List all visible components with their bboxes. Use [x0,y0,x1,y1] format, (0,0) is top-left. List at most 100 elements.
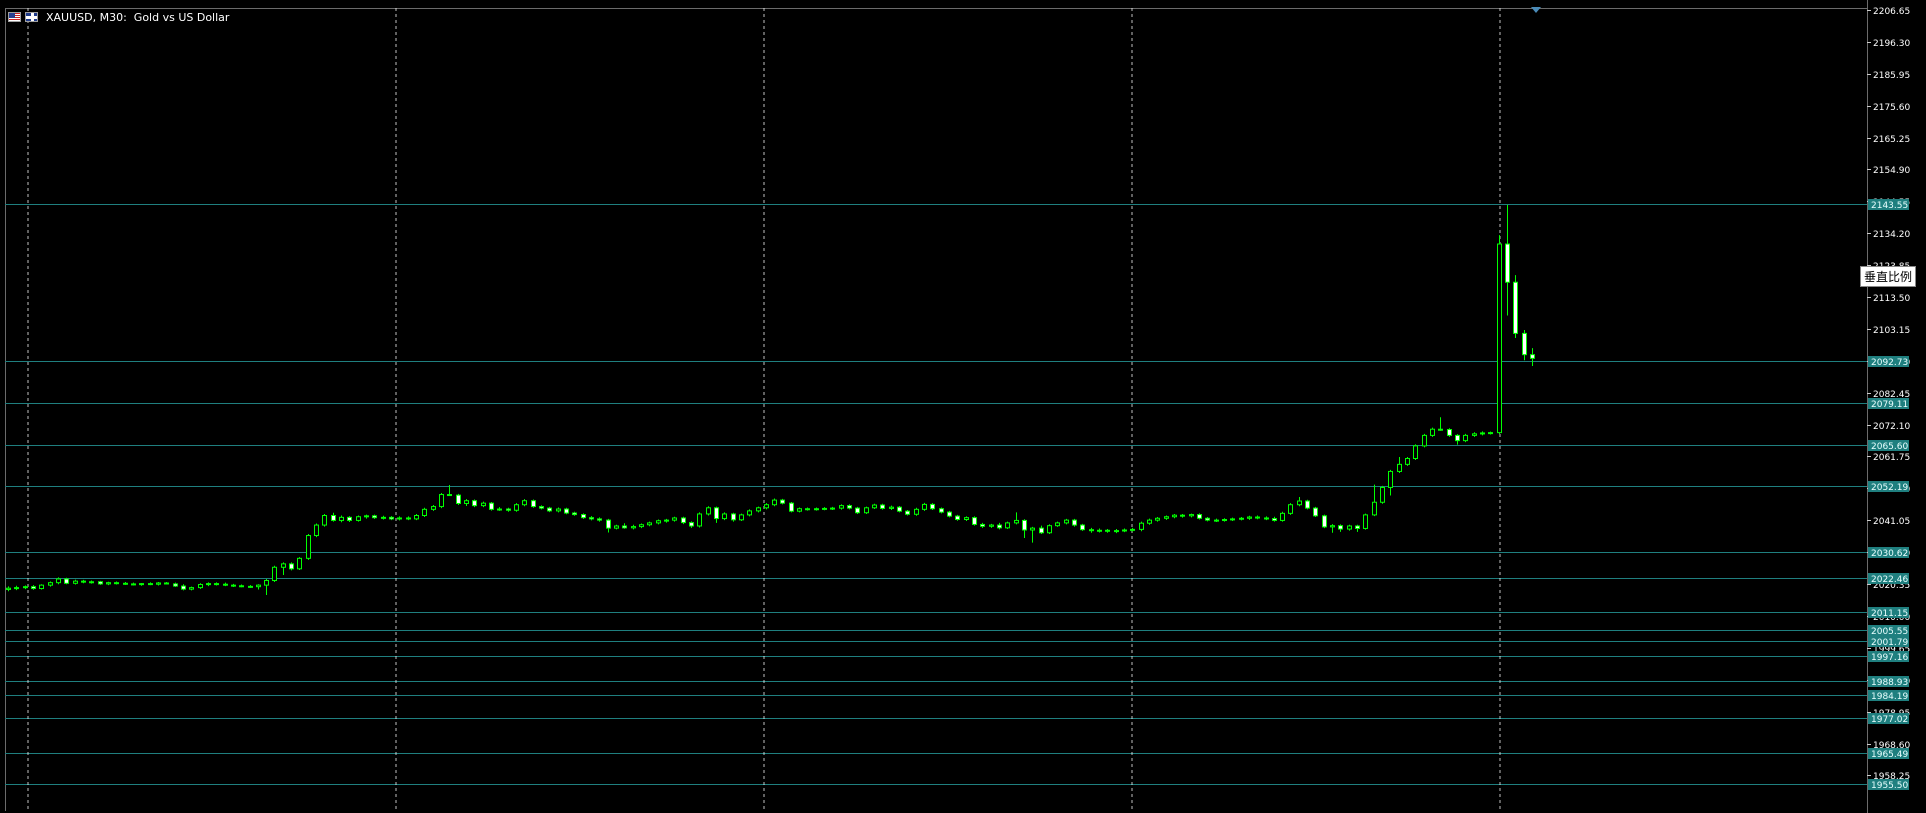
candle-body-up [872,504,877,509]
candle-body-down [1522,332,1527,356]
candle [248,585,253,588]
candle-body-up [514,504,519,511]
vertical-grid [27,8,1501,810]
candle [181,584,186,591]
candle-body-down [173,583,178,587]
candle-body-down [955,515,960,521]
candle [239,584,244,588]
candle [289,562,294,571]
candle-body-down [539,506,544,509]
candle [1147,518,1152,525]
candle-body-down [248,585,253,588]
candle [1130,527,1135,532]
candlestick-chart[interactable]: 2206.65 2196.30 2185.95 2175.60 2165.25 2154.… [0,0,1926,813]
candle [1338,524,1343,532]
candle [1164,515,1169,520]
candle [214,582,219,586]
candle [64,577,69,585]
chart-title: XAUUSD, M30: Gold vs US Dollar [46,10,230,24]
candle [1413,444,1418,461]
candle-body-up [1047,525,1052,534]
candle-body-up [656,520,661,524]
candle-body-down [1255,516,1260,519]
candle-body-up [264,580,269,586]
candle [1239,517,1244,521]
candle [206,582,211,587]
candle [514,503,519,512]
candle [972,516,977,526]
price-tick-label: 2072.10 [1873,422,1910,432]
candle-body-up [381,516,386,519]
candle-body-down [1105,529,1110,532]
candle [14,585,19,591]
candle [681,516,686,525]
candle [1014,512,1019,525]
candle [1155,517,1160,522]
candle [231,583,236,587]
candle [1264,516,1269,521]
candle [706,506,711,516]
candle-body-down [1305,500,1310,509]
level-label: 1955.50 [1871,781,1908,791]
candle-body-up [1064,519,1069,524]
candle-body-up [1122,529,1127,532]
candle [397,516,402,521]
candle [356,515,361,522]
candle-body-down [572,512,577,516]
candle-body-down [347,516,352,521]
candle-body-up [414,515,419,520]
candle-body-up [914,508,919,515]
candle-body-down [131,583,136,586]
candle [1522,330,1527,361]
candle-body-down [1180,514,1185,517]
candle-body-up [439,494,444,508]
candle [73,579,78,585]
candle [272,565,277,583]
candle [964,516,969,522]
price-tick-label: 2061.75 [1873,453,1910,463]
candle-body-up [23,586,28,589]
candle [664,518,669,523]
candle [1405,456,1410,466]
shift-marker-icon[interactable] [1531,7,1541,13]
candle [1039,525,1044,534]
candle-body-down [997,524,1002,529]
level-label: 2030.62 [1871,549,1908,559]
candle-body-up [272,566,277,582]
vertical-scale-tooltip: 垂直比例 [1860,266,1917,287]
candle-body-down [1205,517,1210,521]
level-label: 2011.15 [1871,609,1908,619]
candle-body-up [139,583,144,586]
candle [314,523,319,538]
candle-body-up [1413,445,1418,459]
candle [339,515,344,523]
candle-body-down [1272,518,1277,521]
candle [864,506,869,514]
level-label: 2092.73 [1871,358,1908,368]
candle [1230,517,1235,522]
candle [1497,235,1502,435]
candle-body-up [1114,530,1119,533]
candle-body-up [1288,504,1293,514]
candle [622,523,627,529]
candle-body-down [31,586,36,590]
candle-body-up [1472,433,1477,436]
candle [472,499,477,508]
candle-body-down [506,508,511,511]
candle-body-up [206,583,211,586]
candle [739,513,744,522]
candle [1139,521,1144,532]
candle-body-up [356,516,361,521]
candle [905,509,910,516]
candle [614,524,619,530]
candle-body-up [1372,501,1377,516]
candle-body-up [1422,434,1427,447]
candle [1222,518,1227,522]
candle-body-up [722,513,727,520]
candle-body-up [1430,428,1435,436]
candle [347,516,352,522]
candle-body-down [1447,429,1452,436]
candle-body-up [522,500,527,506]
candle [1422,433,1427,448]
candle-body-down [780,499,785,504]
